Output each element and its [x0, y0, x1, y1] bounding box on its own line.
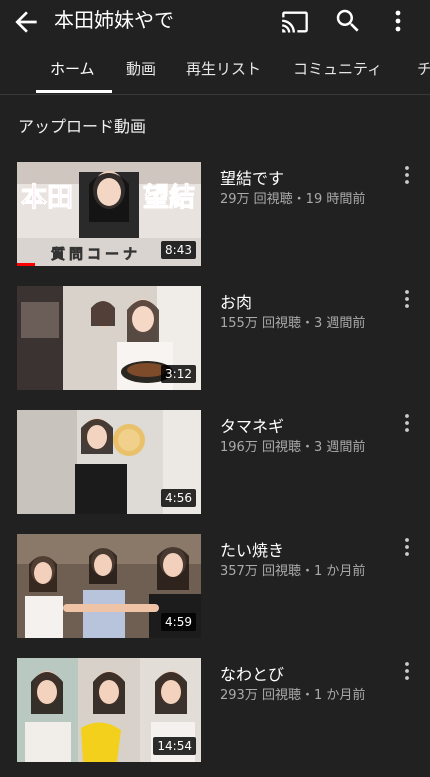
video-meta: 357万 回視聴・1 か月前 — [220, 564, 366, 579]
video-item[interactable]: 本田 望結 質問コーナ 8:43 望結です 29万 回視聴・19 時間前 — [0, 162, 430, 266]
video-title[interactable]: なわとび — [220, 661, 284, 685]
channel-tabs: ホーム 動画 再生リスト コミュニティ チ — [0, 44, 430, 95]
thumb-caption: 質問コーナ — [51, 246, 141, 263]
tab-videos[interactable]: 動画 — [126, 58, 156, 79]
video-more-icon[interactable] — [400, 536, 414, 558]
video-thumbnail[interactable]: 14:54 — [17, 658, 201, 762]
video-duration: 8:43 — [161, 241, 196, 259]
arrow-left-icon[interactable] — [10, 6, 42, 38]
video-duration: 14:54 — [153, 737, 196, 755]
tab-playlists[interactable]: 再生リスト — [186, 58, 261, 79]
video-more-icon[interactable] — [400, 164, 414, 186]
video-thumbnail[interactable]: 本田 望結 質問コーナ 8:43 — [17, 162, 201, 266]
video-title[interactable]: お肉 — [220, 289, 252, 313]
video-duration: 4:59 — [161, 613, 196, 631]
video-meta: 29万 回視聴・19 時間前 — [220, 192, 366, 207]
video-meta: 196万 回視聴・3 週間前 — [220, 440, 366, 455]
video-duration: 3:12 — [161, 365, 196, 383]
video-title[interactable]: たい焼き — [220, 537, 284, 561]
video-more-icon[interactable] — [400, 660, 414, 682]
thumb-text-left: 本田 — [21, 183, 73, 213]
tab-home[interactable]: ホーム — [50, 58, 95, 79]
video-thumbnail[interactable]: 4:56 — [17, 410, 201, 514]
video-meta: 155万 回視聴・3 週間前 — [220, 316, 366, 331]
video-item[interactable]: 3:12 お肉 155万 回視聴・3 週間前 — [0, 286, 430, 390]
watch-progress-bar — [17, 263, 36, 266]
video-title[interactable]: タマネギ — [220, 413, 284, 437]
video-item[interactable]: 4:59 たい焼き 357万 回視聴・1 か月前 — [0, 534, 430, 638]
section-title: アップロード動画 — [18, 117, 147, 136]
search-icon[interactable] — [333, 6, 363, 36]
active-tab-indicator — [36, 90, 112, 93]
video-more-icon[interactable] — [400, 288, 414, 310]
video-duration: 4:56 — [161, 489, 196, 507]
video-item[interactable]: 4:56 タマネギ 196万 回視聴・3 週間前 — [0, 410, 430, 514]
video-meta: 293万 回視聴・1 か月前 — [220, 688, 366, 703]
cast-icon[interactable] — [280, 8, 310, 36]
tab-community[interactable]: コミュニティ — [293, 58, 382, 79]
tab-channels[interactable]: チ — [417, 58, 430, 79]
video-item[interactable]: 14:54 なわとび 293万 回視聴・1 か月前 — [0, 658, 430, 762]
app-bar: 本田姉妹やで — [0, 0, 430, 44]
thumb-text-right: 望結 — [143, 182, 195, 213]
channel-title: 本田姉妹やで — [54, 8, 174, 32]
video-thumbnail[interactable]: 4:59 — [17, 534, 201, 638]
video-thumbnail[interactable]: 3:12 — [17, 286, 201, 390]
more-vertical-icon[interactable] — [386, 6, 410, 36]
video-title[interactable]: 望結です — [220, 165, 284, 189]
video-more-icon[interactable] — [400, 412, 414, 434]
